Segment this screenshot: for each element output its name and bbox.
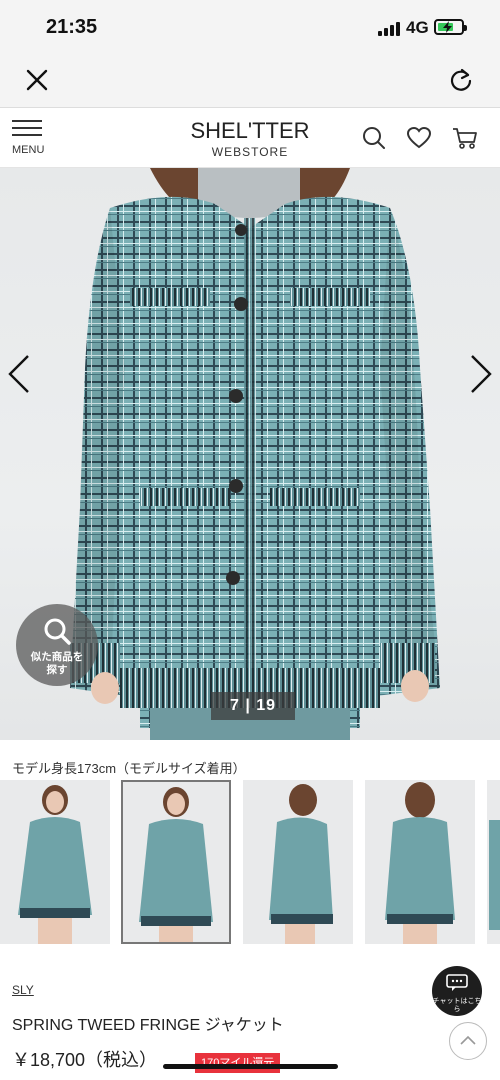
reload-icon[interactable] bbox=[448, 67, 474, 93]
thumbnail-strip[interactable] bbox=[0, 780, 500, 944]
logo-sub: WEBSTORE bbox=[211, 145, 289, 159]
prev-image-arrow[interactable] bbox=[4, 354, 34, 394]
close-icon[interactable] bbox=[25, 68, 49, 92]
browser-toolbar bbox=[0, 52, 500, 108]
signal-icon bbox=[378, 20, 402, 36]
mile-badge: 170マイル還元 bbox=[195, 1053, 281, 1073]
chevron-up-icon bbox=[460, 1035, 476, 1045]
status-time: 21:35 bbox=[46, 16, 98, 38]
chat-label: チャットはこちら bbox=[432, 998, 482, 1013]
thumbnail-3[interactable] bbox=[243, 780, 353, 944]
battery-icon bbox=[434, 19, 467, 35]
find-similar-button[interactable]: 似た商品を探す bbox=[16, 604, 98, 686]
thumbnail-1[interactable] bbox=[0, 780, 110, 944]
product-image-gallery[interactable]: 似た商品を探す 7 | 19 bbox=[0, 168, 500, 740]
thumbnail-2[interactable] bbox=[121, 780, 231, 944]
next-image-arrow[interactable] bbox=[466, 354, 496, 394]
brand-link[interactable]: SLY bbox=[12, 983, 34, 997]
logo-main: SHEL'TTER bbox=[190, 118, 310, 143]
status-bar: 21:35 4G bbox=[0, 0, 500, 52]
image-counter: 7 | 19 bbox=[211, 692, 295, 720]
thumbnail-5[interactable] bbox=[487, 780, 500, 944]
product-price: ￥18,700（税込） bbox=[12, 1050, 158, 1070]
site-header: MENU SHEL'TTER WEBSTORE bbox=[0, 108, 500, 168]
chat-button[interactable]: チャットはこちら bbox=[432, 966, 482, 1016]
search-icon[interactable] bbox=[360, 124, 388, 152]
heart-icon[interactable] bbox=[405, 124, 433, 152]
chat-icon bbox=[446, 974, 468, 991]
search-icon bbox=[44, 618, 71, 645]
home-indicator bbox=[163, 1064, 338, 1069]
menu-label: MENU bbox=[12, 144, 45, 156]
thumbnail-4[interactable] bbox=[365, 780, 475, 944]
model-size-note: モデル身長173cm（モデルサイズ着用） bbox=[12, 761, 246, 776]
site-logo[interactable]: SHEL'TTER WEBSTORE bbox=[170, 118, 330, 159]
cart-icon[interactable] bbox=[451, 124, 479, 152]
product-name: SPRING TWEED FRINGE ジャケット bbox=[12, 1017, 284, 1034]
network-label: 4G bbox=[406, 18, 429, 37]
find-similar-label: 似た商品を探す bbox=[30, 651, 84, 676]
scroll-top-button[interactable] bbox=[449, 1022, 487, 1060]
